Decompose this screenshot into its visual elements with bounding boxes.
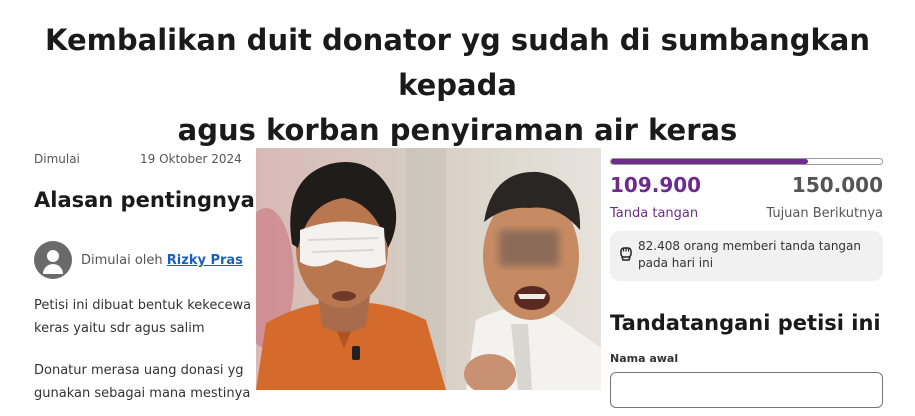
daily-activity-box: 82.408 orang memberi tanda tangan pada h… [610,231,883,281]
started-by-prefix: Dimulai oleh [81,253,163,268]
fist-icon [618,245,634,261]
activity-line: pada hari ini [638,256,714,270]
page-title-line-2: agus korban penyiraman air keras [177,113,738,147]
first-name-label: Nama awal [610,352,679,365]
user-icon-body [43,264,63,274]
daily-activity-text: 82.408 orang memberi tanda tangan pada h… [638,238,878,272]
user-icon-head [47,250,59,262]
page-title: Kembalikan duit donator yg sudah di sumb… [20,18,895,153]
signature-progress-fill [611,159,809,164]
signature-goal-label: Tujuan Berikutnya [766,206,883,221]
paragraph-line: gunakan sebagai mana mestinya [34,386,251,401]
signature-count: 109.900 [610,173,702,197]
started-label: Dimulai [34,152,80,166]
page-title-line-1: Kembalikan duit donator yg sudah di sumb… [45,23,870,102]
petition-paragraph-1: Petisi ini dibuat bentuk kekecewa keras … [34,294,251,340]
signature-progress-bar [610,158,883,165]
author-link[interactable]: Rizky Pras [167,253,243,268]
signature-goal: 150.000 [791,173,883,197]
reasons-heading: Alasan pentingnya p [34,188,278,212]
started-date: 19 Oktober 2024 [140,152,242,166]
sign-petition-heading: Tandatangani petisi ini [610,311,881,335]
paragraph-line: Donatur merasa uang donasi yg [34,363,244,378]
petition-photo [256,148,601,390]
paragraph-line: Petisi ini dibuat bentuk kekecewa [34,298,252,313]
paragraph-line: keras yaitu sdr agus salim [34,321,205,336]
first-name-field[interactable] [610,372,883,408]
petition-paragraph-2: Donatur merasa uang donasi yg gunakan se… [34,359,250,405]
avatar [34,241,72,279]
activity-line: 82.408 orang memberi tanda tangan [638,239,862,253]
started-by: Dimulai oleh Rizky Pras [81,253,243,268]
signature-count-label: Tanda tangan [610,206,699,221]
